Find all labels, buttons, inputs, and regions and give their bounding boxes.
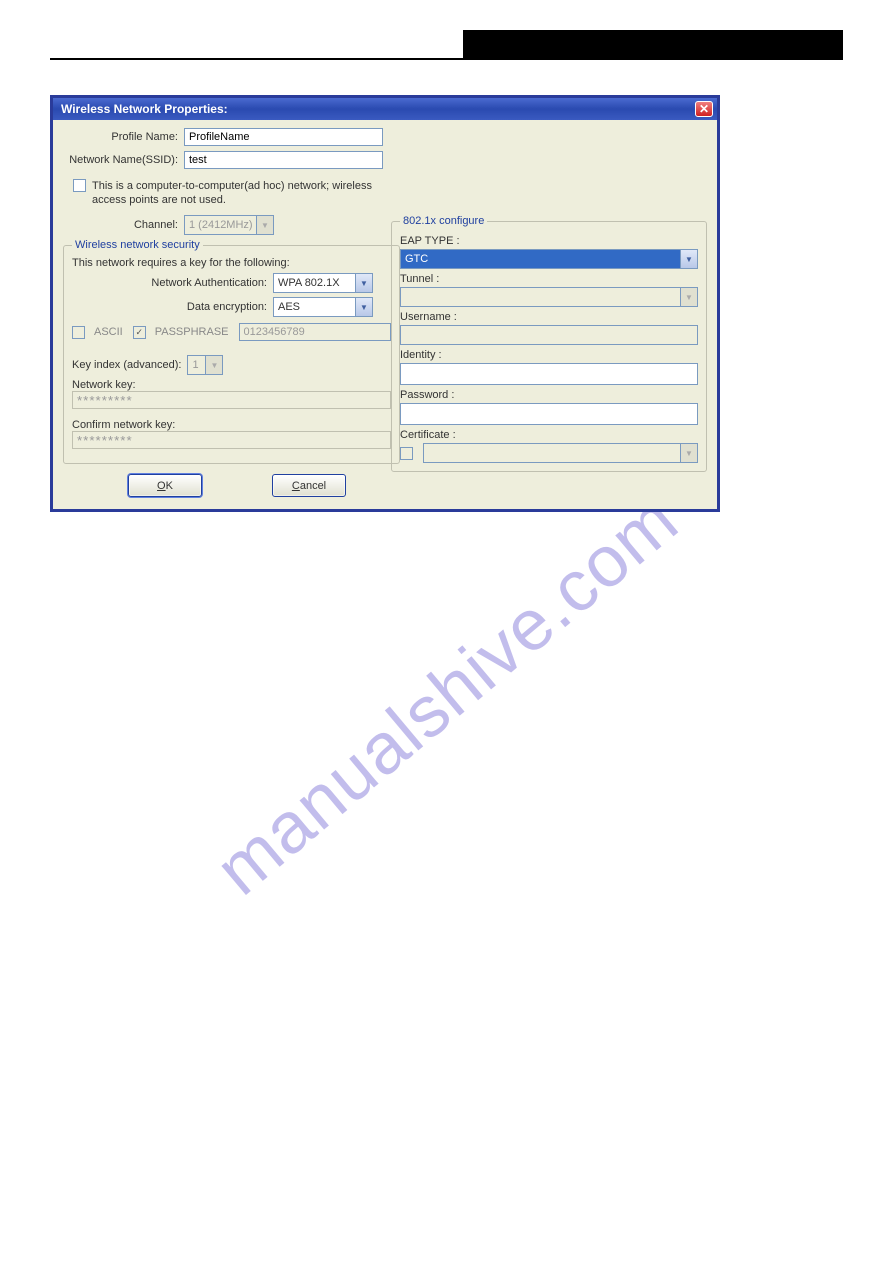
enc-value: AES — [274, 301, 355, 313]
auth-select[interactable]: WPA 802.1X ▼ — [273, 273, 373, 293]
chevron-down-icon: ▼ — [256, 216, 273, 234]
security-legend: Wireless network security — [72, 239, 203, 251]
keyindex-label: Key index (advanced): — [72, 359, 181, 371]
channel-label: Channel: — [63, 219, 178, 231]
wireless-properties-dialog: Wireless Network Properties: ✕ Profile N… — [50, 95, 720, 512]
security-fieldset: Wireless network security This network r… — [63, 239, 400, 464]
certificate-label: Certificate : — [400, 429, 698, 441]
certificate-select: ▼ — [423, 443, 698, 463]
confirm-key-label: Confirm network key: — [72, 419, 391, 431]
eap-type-value: GTC — [401, 253, 680, 265]
identity-input[interactable] — [400, 363, 698, 385]
dialog-body: Profile Name: Network Name(SSID): This i… — [53, 120, 717, 509]
netkey-label: Network key: — [72, 379, 391, 391]
eap-type-label: EAP TYPE : — [400, 235, 698, 247]
username-label: Username : — [400, 311, 698, 323]
certificate-checkbox — [400, 447, 413, 460]
passphrase-checkbox: ✓ — [133, 326, 146, 339]
close-button[interactable]: ✕ — [695, 101, 713, 117]
tunnel-select: ▼ — [400, 287, 698, 307]
ok-button[interactable]: OK — [128, 474, 202, 497]
keyindex-select: 1 ▼ — [187, 355, 223, 375]
password-label: Password : — [400, 389, 698, 401]
netkey-input — [72, 391, 391, 409]
profile-name-label: Profile Name: — [63, 131, 178, 143]
dialog-title: Wireless Network Properties: — [61, 102, 228, 116]
passphrase-label: PASSPHRASE — [155, 326, 229, 338]
header-black-box — [463, 30, 843, 58]
tunnel-label: Tunnel : — [400, 273, 698, 285]
chevron-down-icon: ▼ — [680, 288, 697, 306]
chevron-down-icon: ▼ — [355, 274, 372, 292]
adhoc-checkbox[interactable] — [73, 179, 86, 192]
auth-label: Network Authentication: — [72, 277, 267, 289]
watermark-text: manualshive.com — [200, 478, 693, 911]
profile-name-input[interactable] — [184, 128, 383, 146]
auth-value: WPA 802.1X — [274, 277, 355, 289]
enc-label: Data encryption: — [72, 301, 267, 313]
channel-value: 1 (2412MHz) — [185, 219, 256, 231]
chevron-down-icon: ▼ — [205, 356, 222, 374]
adhoc-label: This is a computer-to-computer(ad hoc) n… — [92, 179, 392, 207]
passphrase-input — [239, 323, 391, 341]
page-divider — [50, 58, 843, 60]
username-input — [400, 325, 698, 345]
ssid-label: Network Name(SSID): — [63, 154, 178, 166]
security-intro: This network requires a key for the foll… — [72, 257, 391, 269]
dot1x-fieldset: 802.1x configure EAP TYPE : GTC ▼ Tunnel… — [391, 215, 707, 472]
close-icon: ✕ — [699, 102, 709, 116]
channel-select: 1 (2412MHz) ▼ — [184, 215, 274, 235]
enc-select[interactable]: AES ▼ — [273, 297, 373, 317]
keyindex-value: 1 — [188, 359, 205, 371]
confirm-key-input — [72, 431, 391, 449]
chevron-down-icon: ▼ — [680, 444, 697, 462]
titlebar: Wireless Network Properties: ✕ — [53, 98, 717, 120]
password-input[interactable] — [400, 403, 698, 425]
ascii-checkbox — [72, 326, 85, 339]
chevron-down-icon: ▼ — [680, 250, 697, 268]
identity-label: Identity : — [400, 349, 698, 361]
dot1x-legend: 802.1x configure — [400, 215, 487, 227]
ascii-label: ASCII — [94, 326, 123, 338]
chevron-down-icon: ▼ — [355, 298, 372, 316]
cancel-button[interactable]: Cancel — [272, 474, 346, 497]
ssid-input[interactable] — [184, 151, 383, 169]
eap-type-select[interactable]: GTC ▼ — [400, 249, 698, 269]
